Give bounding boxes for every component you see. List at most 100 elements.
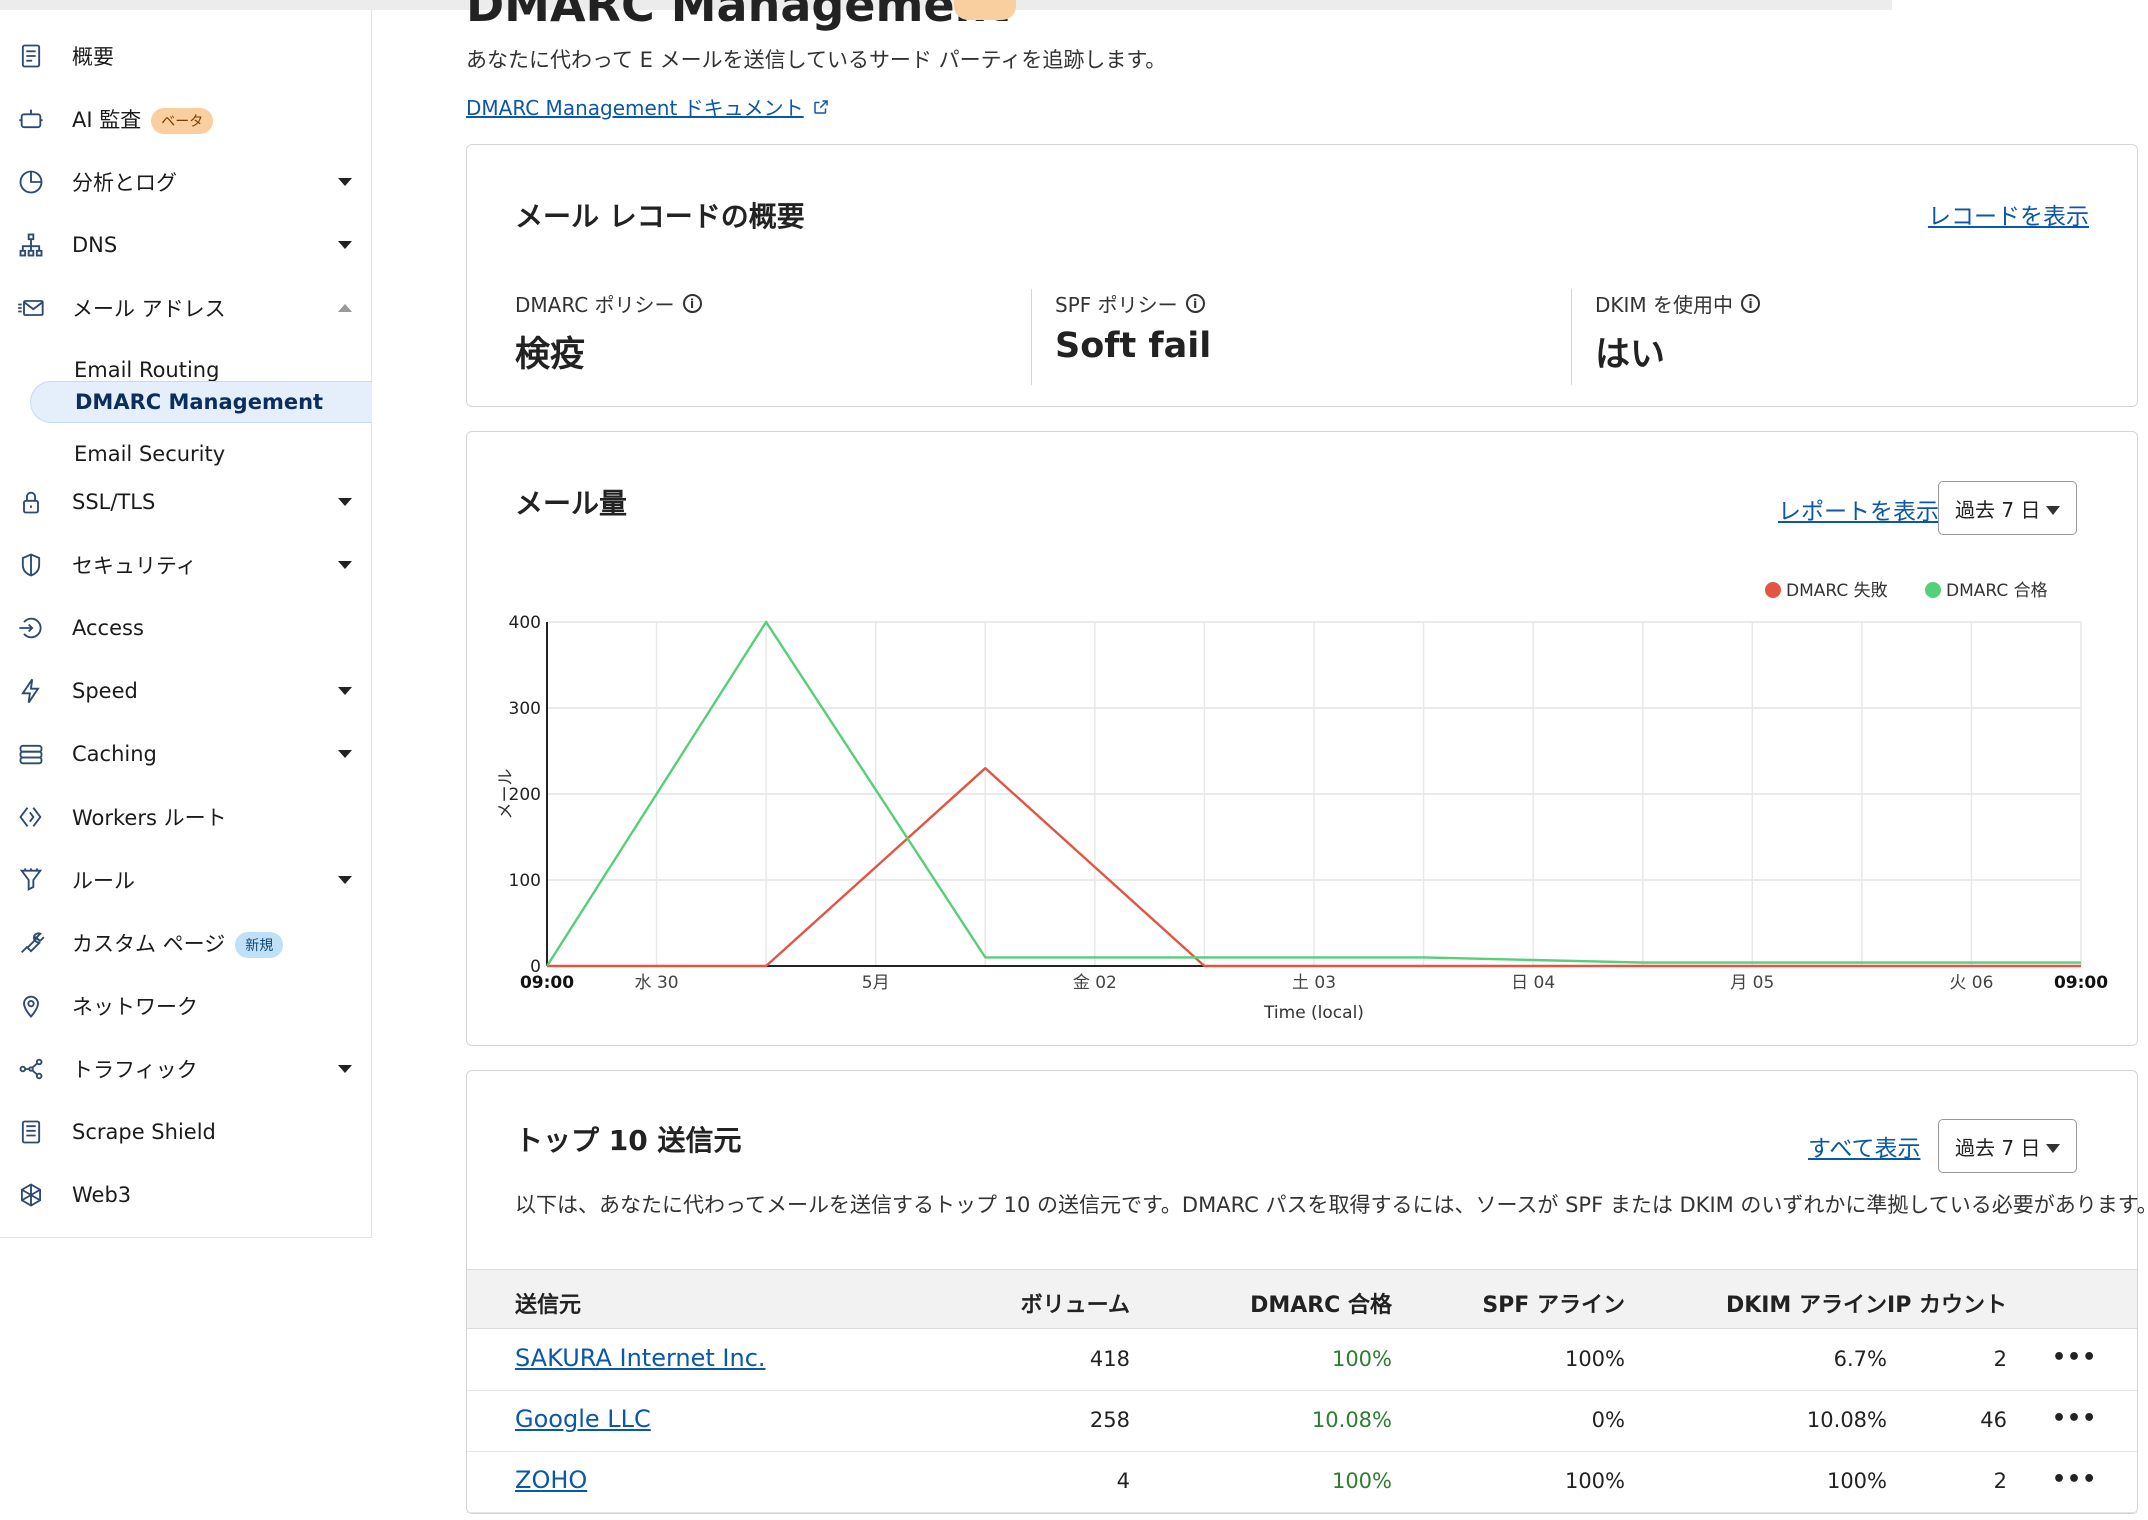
more-options-icon[interactable]: ••• [2052, 1467, 2097, 1492]
sidebar-item-ai-audit[interactable]: AI 監査 ベータ [0, 93, 372, 145]
sidebar-item-overview[interactable]: 概要 [0, 30, 372, 82]
dkim-aligned-cell: 100% [1826, 1469, 1887, 1493]
y-tick-label: 300 [509, 699, 541, 719]
column-header-volume[interactable]: ボリューム [1021, 1287, 1130, 1319]
chevron-down-icon[interactable] [338, 498, 352, 506]
sidebar-item-label: メール アドレス [72, 297, 226, 321]
info-icon[interactable]: i [1741, 294, 1761, 313]
sidebar-item-scrape-shield[interactable]: Scrape Shield [0, 1106, 372, 1158]
sender-link[interactable]: SAKURA Internet Inc. [515, 1344, 766, 1372]
chevron-down-icon [2046, 1144, 2060, 1153]
column-header-spf-aligned[interactable]: SPF アライン [1482, 1287, 1625, 1319]
sidebar-item-label: Caching [72, 742, 157, 766]
email-records-card: メール レコードの概要 レコードを表示 DMARC ポリシー i 検疫 SPF ポ… [466, 144, 2138, 407]
info-icon[interactable]: i [682, 294, 702, 313]
network-icon [16, 230, 46, 260]
sidebar-subitem-dmarc-management[interactable]: DMARC Management [30, 381, 372, 423]
sender-link[interactable]: Google LLC [515, 1405, 651, 1433]
dkim-usage-stat: DKIM を使用中 i はい [1595, 289, 2135, 377]
spf-aligned-cell: 100% [1564, 1469, 1625, 1493]
mail-icon [16, 293, 46, 323]
chevron-down-icon[interactable] [338, 876, 352, 884]
volume-cell: 418 [1089, 1347, 1130, 1371]
chevron-down-icon[interactable] [338, 178, 352, 186]
traffic-icon [16, 1054, 46, 1084]
sidebar-item-rules[interactable]: ルール [0, 854, 372, 906]
sidebar-subitem-email-security[interactable]: Email Security [30, 433, 372, 475]
pie-chart-icon [16, 167, 46, 197]
dkim-aligned-cell: 10.08% [1806, 1408, 1887, 1432]
sidebar-item-label: Web3 [72, 1183, 132, 1207]
robot-icon [16, 104, 46, 134]
sidebar-item-label: 分析とログ [72, 171, 177, 195]
y-tick-label: 100 [509, 871, 541, 891]
spf-aligned-cell: 0% [1591, 1408, 1625, 1432]
sidebar-item-caching[interactable]: Caching [0, 728, 372, 780]
chevron-up-icon[interactable] [338, 304, 352, 312]
view-report-link[interactable]: レポートを表示 [1778, 492, 1939, 526]
sidebar-item-dns[interactable]: DNS [0, 219, 372, 271]
legend-marker-dmarc-fail [1765, 582, 1781, 598]
page-title: DMARC Management [466, 0, 1010, 32]
x-tick-label: 5月 [862, 973, 890, 993]
sidebar-item-custom-pages[interactable]: カスタム ページ 新規 [0, 917, 372, 969]
view-records-link[interactable]: レコードを表示 [1928, 197, 2089, 231]
sidebar-item-speed[interactable]: Speed [0, 665, 372, 717]
sidebar-item-traffic[interactable]: トラフィック [0, 1043, 372, 1095]
web3-icon [16, 1180, 46, 1210]
document-icon [16, 41, 46, 71]
column-header-ip-count[interactable]: IP カウント [1887, 1287, 2007, 1319]
more-options-icon[interactable]: ••• [2052, 1406, 2097, 1431]
stat-value: 検疫 [515, 335, 586, 375]
sidebar-item-web3[interactable]: Web3 [0, 1169, 372, 1221]
sidebar-item-label: Access [72, 616, 144, 640]
wrench-icon [16, 928, 46, 958]
x-tick-label: 09:00 [520, 973, 574, 993]
sidebar-item-network[interactable]: ネットワーク [0, 980, 372, 1032]
chevron-down-icon[interactable] [338, 241, 352, 249]
info-icon[interactable]: i [1185, 294, 1205, 313]
sidebar-item-security[interactable]: セキュリティ [0, 539, 372, 591]
sidebar-item-label: ルール [72, 869, 135, 893]
chevron-down-icon[interactable] [338, 687, 352, 695]
top-senders-card: トップ 10 送信元 すべて表示 過去 7 日 以下は、あなたに代わってメールを… [466, 1070, 2148, 1514]
filter-icon [16, 865, 46, 895]
sidebar-item-ssl-tls[interactable]: SSL/TLS [0, 476, 372, 528]
x-tick-label: 09:00 [2054, 973, 2108, 993]
chevron-down-icon[interactable] [338, 750, 352, 758]
sidebar-item-label: Speed [72, 679, 138, 703]
ip-count-cell: 46 [1980, 1408, 2007, 1432]
stat-value: はい [1595, 335, 1666, 375]
sidebar-item-workers-routes[interactable]: Workers ルート [0, 791, 372, 843]
x-tick-label: 月 05 [1730, 973, 1774, 993]
page-icon [16, 1117, 46, 1147]
chevron-down-icon[interactable] [338, 1065, 352, 1073]
beta-badge: ベータ [151, 108, 214, 134]
sidebar-subitem-label: Email Security [74, 442, 226, 466]
beta-badge [954, 0, 1016, 20]
time-range-select[interactable]: 過去 7 日 [1938, 1119, 2077, 1173]
legend-marker-dmarc-pass [1925, 582, 1941, 598]
more-options-icon[interactable]: ••• [2052, 1345, 2097, 1370]
sidebar-item-analytics[interactable]: 分析とログ [0, 156, 372, 208]
column-header-dkim-aligned[interactable]: DKIM アライン [1726, 1287, 1887, 1319]
documentation-link[interactable]: DMARC Management ドキュメント [466, 92, 830, 121]
sidebar-item-email[interactable]: メール アドレス [0, 282, 372, 334]
sidebar-item-label: カスタム ページ [72, 932, 226, 956]
sidebar-item-label: SSL/TLS [72, 490, 156, 514]
y-axis-label: メール [496, 769, 516, 820]
table-row: ZOHO 4 100% 100% 100% 2 ••• [467, 1452, 2137, 1513]
chevron-down-icon[interactable] [338, 561, 352, 569]
x-tick-label: 日 04 [1511, 973, 1555, 993]
stat-value: Soft fail [1055, 326, 1212, 366]
database-icon [16, 739, 46, 769]
location-pin-icon [16, 991, 46, 1021]
sidebar-item-label: Scrape Shield [72, 1120, 216, 1144]
column-header-sender[interactable]: 送信元 [515, 1287, 581, 1319]
x-axis-label: Time (local) [1263, 1003, 1364, 1023]
sender-link[interactable]: ZOHO [515, 1466, 587, 1494]
column-header-dmarc-pass[interactable]: DMARC 合格 [1250, 1287, 1392, 1319]
x-tick-label: 火 06 [1949, 973, 1993, 993]
sidebar-item-access[interactable]: Access [0, 602, 372, 654]
view-all-link[interactable]: すべて表示 [1808, 1129, 1920, 1163]
